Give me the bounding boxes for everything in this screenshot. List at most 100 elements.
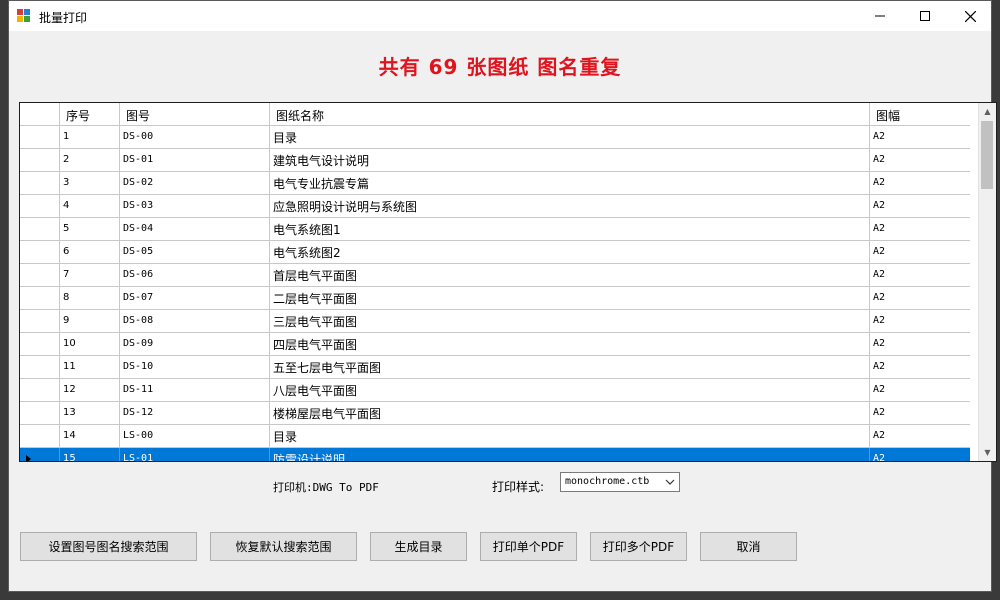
row-header-column	[20, 103, 60, 125]
cell-name[interactable]: 应急照明设计说明与系统图	[270, 195, 870, 217]
cell-size[interactable]: A2	[870, 126, 970, 148]
minimize-button[interactable]	[857, 1, 903, 31]
close-button[interactable]	[947, 1, 993, 31]
cell-name[interactable]: 目录	[270, 126, 870, 148]
cell-no[interactable]: 5	[60, 218, 120, 240]
cell-no[interactable]: 10	[60, 333, 120, 355]
cell-code[interactable]: DS-05	[120, 241, 270, 263]
cell-code[interactable]: DS-01	[120, 149, 270, 171]
cell-code[interactable]: DS-02	[120, 172, 270, 194]
table-row[interactable]: 7 DS-06 首层电气平面图 A2	[20, 264, 970, 287]
cell-name[interactable]: 八层电气平面图	[270, 379, 870, 401]
cell-size[interactable]: A2	[870, 287, 970, 309]
table-row[interactable]: 11 DS-10 五至七层电气平面图 A2	[20, 356, 970, 379]
cell-size[interactable]: A2	[870, 241, 970, 263]
cell-size[interactable]: A2	[870, 333, 970, 355]
table-row[interactable]: 15 LS-01 防雷设计说明 A2	[20, 448, 970, 461]
cell-code[interactable]: DS-07	[120, 287, 270, 309]
cell-size[interactable]: A2	[870, 379, 970, 401]
cell-code[interactable]: DS-00	[120, 126, 270, 148]
cell-code[interactable]: DS-08	[120, 310, 270, 332]
column-header-code[interactable]: 图号	[120, 103, 270, 125]
cell-no[interactable]: 14	[60, 425, 120, 447]
cell-code[interactable]: LS-01	[120, 448, 270, 461]
cell-no[interactable]: 15	[60, 448, 120, 461]
cell-size[interactable]: A2	[870, 310, 970, 332]
table-row[interactable]: 13 DS-12 楼梯屋层电气平面图 A2	[20, 402, 970, 425]
cell-size[interactable]: A2	[870, 448, 970, 461]
generate-toc-button[interactable]: 生成目录	[370, 532, 467, 561]
cell-code[interactable]: DS-12	[120, 402, 270, 424]
cell-name[interactable]: 首层电气平面图	[270, 264, 870, 286]
cell-size[interactable]: A2	[870, 149, 970, 171]
cell-name[interactable]: 三层电气平面图	[270, 310, 870, 332]
print-multiple-pdf-button[interactable]: 打印多个PDF	[590, 532, 687, 561]
table-row[interactable]: 6 DS-05 电气系统图2 A2	[20, 241, 970, 264]
cell-no[interactable]: 3	[60, 172, 120, 194]
print-style-value: monochrome.ctb	[565, 476, 650, 487]
cell-name[interactable]: 楼梯屋层电气平面图	[270, 402, 870, 424]
cell-code[interactable]: DS-06	[120, 264, 270, 286]
title-bar[interactable]: 批量打印	[9, 1, 991, 31]
table-row[interactable]: 3 DS-02 电气专业抗震专篇 A2	[20, 172, 970, 195]
cell-name[interactable]: 五至七层电气平面图	[270, 356, 870, 378]
cell-no[interactable]: 7	[60, 264, 120, 286]
cell-name[interactable]: 电气系统图2	[270, 241, 870, 263]
cell-size[interactable]: A2	[870, 402, 970, 424]
drawing-table[interactable]: 序号 图号 图纸名称 图幅 1 DS-00 目录 A2 2 DS-01 建筑电气设计说明 A2…	[19, 102, 997, 462]
cell-name[interactable]: 电气专业抗震专篇	[270, 172, 870, 194]
vertical-scrollbar[interactable]: ▲ ▼	[978, 103, 996, 461]
cell-size[interactable]: A2	[870, 218, 970, 240]
cell-code[interactable]: DS-09	[120, 333, 270, 355]
cell-no[interactable]: 13	[60, 402, 120, 424]
cell-no[interactable]: 12	[60, 379, 120, 401]
row-header-cell	[20, 287, 60, 309]
cell-no[interactable]: 6	[60, 241, 120, 263]
table-row[interactable]: 4 DS-03 应急照明设计说明与系统图 A2	[20, 195, 970, 218]
scroll-down-icon[interactable]: ▼	[979, 444, 996, 461]
table-row[interactable]: 10 DS-09 四层电气平面图 A2	[20, 333, 970, 356]
table-row[interactable]: 9 DS-08 三层电气平面图 A2	[20, 310, 970, 333]
cell-name[interactable]: 目录	[270, 425, 870, 447]
print-single-pdf-button[interactable]: 打印单个PDF	[480, 532, 577, 561]
cell-no[interactable]: 1	[60, 126, 120, 148]
table-row[interactable]: 5 DS-04 电气系统图1 A2	[20, 218, 970, 241]
cell-name[interactable]: 四层电气平面图	[270, 333, 870, 355]
table-row[interactable]: 2 DS-01 建筑电气设计说明 A2	[20, 149, 970, 172]
row-header-cell	[20, 448, 60, 461]
table-row[interactable]: 12 DS-11 八层电气平面图 A2	[20, 379, 970, 402]
table-header: 序号 图号 图纸名称 图幅	[20, 103, 970, 126]
cell-name[interactable]: 二层电气平面图	[270, 287, 870, 309]
cell-no[interactable]: 4	[60, 195, 120, 217]
column-header-name[interactable]: 图纸名称	[270, 103, 870, 125]
scroll-up-icon[interactable]: ▲	[979, 103, 996, 120]
cell-code[interactable]: DS-10	[120, 356, 270, 378]
print-style-select[interactable]: monochrome.ctb	[560, 472, 680, 492]
table-row[interactable]: 1 DS-00 目录 A2	[20, 126, 970, 149]
cell-no[interactable]: 11	[60, 356, 120, 378]
restore-default-range-button[interactable]: 恢复默认搜索范围	[210, 532, 357, 561]
cell-name[interactable]: 建筑电气设计说明	[270, 149, 870, 171]
cancel-button[interactable]: 取消	[700, 532, 797, 561]
cell-code[interactable]: LS-00	[120, 425, 270, 447]
cell-size[interactable]: A2	[870, 356, 970, 378]
cell-no[interactable]: 9	[60, 310, 120, 332]
cell-code[interactable]: DS-04	[120, 218, 270, 240]
cell-size[interactable]: A2	[870, 425, 970, 447]
cell-size[interactable]: A2	[870, 195, 970, 217]
cell-name[interactable]: 电气系统图1	[270, 218, 870, 240]
scroll-thumb[interactable]	[981, 121, 993, 189]
cell-name[interactable]: 防雷设计说明	[270, 448, 870, 461]
maximize-button[interactable]	[902, 1, 948, 31]
table-row[interactable]: 8 DS-07 二层电气平面图 A2	[20, 287, 970, 310]
cell-no[interactable]: 2	[60, 149, 120, 171]
set-search-range-button[interactable]: 设置图号图名搜索范围	[20, 532, 197, 561]
table-row[interactable]: 14 LS-00 目录 A2	[20, 425, 970, 448]
cell-code[interactable]: DS-11	[120, 379, 270, 401]
cell-size[interactable]: A2	[870, 172, 970, 194]
cell-no[interactable]: 8	[60, 287, 120, 309]
cell-code[interactable]: DS-03	[120, 195, 270, 217]
cell-size[interactable]: A2	[870, 264, 970, 286]
column-header-size[interactable]: 图幅	[870, 103, 970, 125]
column-header-no[interactable]: 序号	[60, 103, 120, 125]
